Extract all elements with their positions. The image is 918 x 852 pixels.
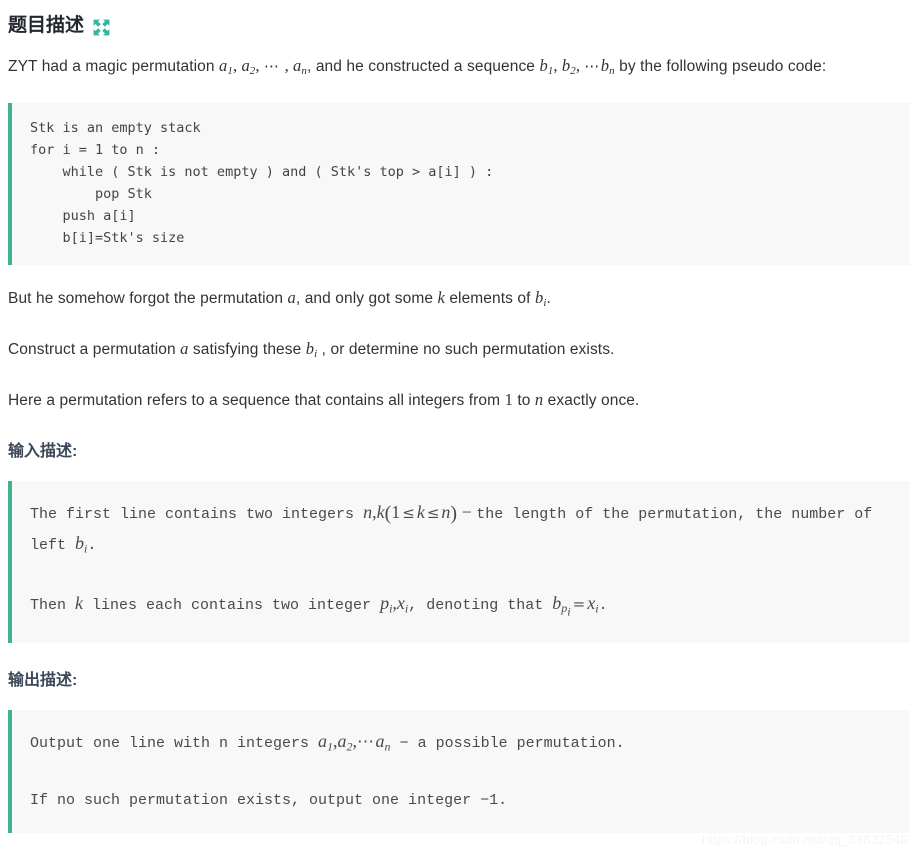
math-a: a — [287, 288, 296, 308]
math-bpi: bpi — [552, 592, 571, 619]
input-text-4: lines each contains two integer — [83, 596, 381, 614]
page-title-text: 题目描述 — [8, 15, 85, 36]
input-description-heading: 输入描述: — [8, 443, 78, 461]
math-k: k — [437, 288, 445, 308]
construct-text-1: Construct a permutation — [8, 341, 181, 359]
math-a1: a1 — [219, 56, 233, 78]
definition-text-2: to — [512, 392, 535, 410]
intro-paragraph: ZYT had a magic permutation a1, a2, ⋯ , … — [8, 56, 827, 78]
forgot-text-4: . — [546, 290, 551, 308]
math-k: k — [75, 592, 84, 613]
math-xi: xi — [396, 592, 409, 615]
input-line-2: Then k lines each contains two integer p… — [30, 592, 608, 619]
definition-paragraph: Here a permutation refers to a sequence … — [8, 387, 910, 414]
math-an: an — [293, 56, 308, 78]
math-a1: a1 — [318, 731, 334, 754]
input-text-5: , denoting that — [408, 596, 553, 614]
input-text-1: The first line contains two integers — [30, 506, 364, 524]
math-one: 1 — [504, 390, 513, 410]
math-bi: bi — [75, 533, 88, 556]
math-ellipsis-a: ⋯ — [357, 732, 376, 752]
forgot-text-2: , and only got some — [295, 290, 438, 308]
definition-text-3: exactly once. — [543, 392, 640, 410]
pseudocode-block: Stk is an empty stack for i = 1 to n : w… — [8, 103, 910, 266]
math-n: n — [534, 390, 544, 410]
output-dash: − — [390, 735, 418, 753]
watermark: https://blog.csdn.net/qq_34832548 — [701, 832, 908, 847]
problem-page: 题目描述 ZYT had a magic permutation a1, a2,… — [0, 0, 918, 852]
math-xi2: xi — [587, 592, 599, 615]
construct-paragraph: Construct a permutation a satisfying the… — [8, 336, 910, 367]
intro-text-1: ZYT had a magic permutation — [8, 58, 220, 75]
forgot-text-3: elements of — [444, 290, 535, 308]
math-b1: b1 — [539, 56, 554, 78]
input-line-1: The first line contains two integers n,k… — [30, 502, 873, 556]
construct-text-3: , or determine no such permutation exist… — [317, 341, 615, 359]
math-a2: a2 — [241, 56, 256, 78]
output-line-2: If no such permutation exists, output on… — [30, 791, 508, 809]
expand-arrows-icon[interactable] — [92, 18, 111, 37]
math-k: k — [376, 502, 385, 523]
math-bn: bn — [600, 56, 615, 78]
output-line-1: Output one line with n integers a1,a2,⋯a… — [30, 731, 625, 754]
definition-text-1: Here a permutation refers to a sequence … — [8, 392, 505, 410]
construct-text-2: satisfying these — [188, 341, 306, 359]
output-description-block: Output one line with n integers a1,a2,⋯a… — [8, 710, 910, 833]
output-text-1: Output one line with n integers — [30, 735, 319, 753]
math-n: n — [363, 502, 373, 523]
math-bi: bi — [305, 339, 318, 361]
math-ellipsis-b: ⋯ — [584, 59, 601, 75]
output-description-heading: 输出描述: — [8, 672, 78, 690]
forgot-text-1: But he somehow forgot the permutation — [8, 290, 288, 308]
math-a2: a2 — [337, 731, 353, 754]
intro-text-2: , and he constructed a sequence — [307, 58, 540, 75]
math-ellipsis-a: ⋯ — [263, 59, 281, 75]
input-description-block: The first line contains two integers n,k… — [8, 481, 910, 644]
forgot-paragraph: But he somehow forgot the permutation a,… — [8, 285, 910, 316]
math-b2: b2 — [561, 56, 576, 78]
math-an: an — [375, 731, 391, 754]
page-title: 题目描述 — [8, 0, 910, 39]
math-bi: bi — [534, 288, 547, 310]
input-dash: − — [457, 502, 477, 523]
input-text-3: Then — [30, 596, 76, 614]
output-text-2: a possible permutation. — [417, 735, 625, 753]
math-pi: pi — [380, 592, 393, 615]
intro-text-3: by the following pseudo code: — [614, 58, 827, 75]
